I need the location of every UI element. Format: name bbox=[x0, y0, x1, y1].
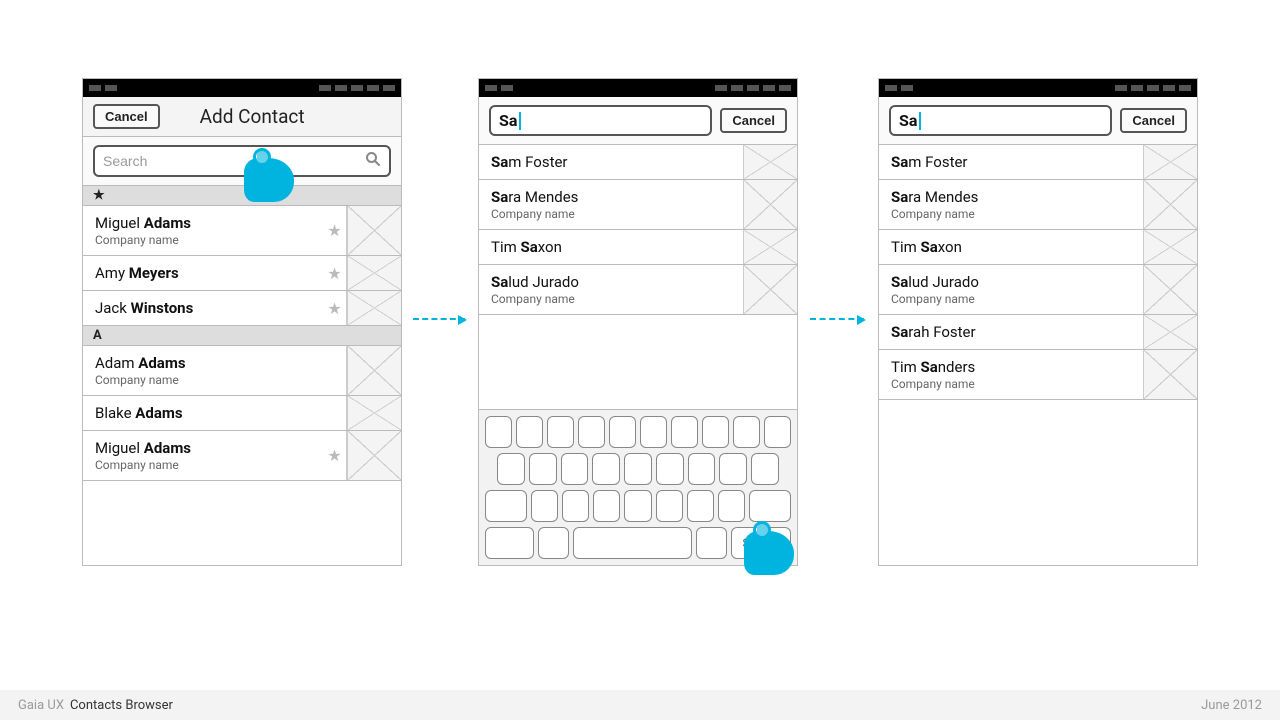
statusbar bbox=[879, 79, 1197, 97]
footer-date: June 2012 bbox=[1201, 698, 1262, 713]
contact-name: Tim Saxon bbox=[891, 238, 1131, 256]
searchbar bbox=[83, 137, 401, 186]
contact-name: Blake Adams bbox=[95, 404, 311, 422]
flow-arrow-icon bbox=[810, 318, 864, 320]
avatar bbox=[1143, 265, 1197, 314]
contact-company: Company name bbox=[95, 373, 311, 387]
contact-list-favorites: Miguel AdamsCompany name★Amy Meyers★Jack… bbox=[83, 206, 401, 326]
page-title: Add Contact bbox=[170, 105, 391, 128]
search-results: Sam FosterSara MendesCompany nameTim Sax… bbox=[879, 145, 1197, 400]
contact-row[interactable]: Jack Winstons ★ bbox=[83, 291, 401, 326]
statusbar bbox=[83, 79, 401, 97]
search-icon bbox=[365, 151, 381, 171]
contact-name: Tim Saxon bbox=[491, 238, 731, 256]
contact-company: Company name bbox=[891, 377, 1131, 391]
contact-name: Salud Jurado bbox=[491, 273, 731, 291]
avatar bbox=[1143, 315, 1197, 349]
contact-row[interactable]: Blake Adams bbox=[83, 396, 401, 431]
contact-name: Tim Sanders bbox=[891, 358, 1131, 376]
contact-row[interactable]: Tim SandersCompany name bbox=[879, 350, 1197, 400]
avatar bbox=[1143, 145, 1197, 179]
avatar bbox=[743, 230, 797, 264]
avatar bbox=[1143, 230, 1197, 264]
star-icon: ★ bbox=[323, 206, 347, 255]
contact-row[interactable]: Miguel AdamsCompany name ★ bbox=[83, 206, 401, 256]
touch-pointer-icon bbox=[744, 525, 794, 581]
search-input[interactable]: Sa bbox=[489, 105, 712, 136]
contact-name: Sara Mendes bbox=[491, 188, 731, 206]
avatar bbox=[1143, 350, 1197, 399]
contact-company: Company name bbox=[95, 458, 311, 472]
avatar bbox=[347, 431, 401, 480]
contact-row[interactable]: Sara MendesCompany name bbox=[879, 180, 1197, 230]
search-input-wrap[interactable] bbox=[93, 145, 391, 177]
footer-project: Gaia UX bbox=[18, 698, 64, 713]
statusbar bbox=[479, 79, 797, 97]
contact-row[interactable]: Salud JuradoCompany name bbox=[479, 265, 797, 315]
avatar bbox=[347, 291, 401, 325]
section-header-a: A bbox=[83, 326, 401, 346]
contact-name: Sarah Foster bbox=[891, 323, 1131, 341]
avatar bbox=[1143, 180, 1197, 229]
phone-search-keyboard: Sa Cancel Sam FosterSara MendesCompany n… bbox=[478, 78, 798, 566]
contact-row[interactable]: Sarah Foster bbox=[879, 315, 1197, 350]
contact-row[interactable]: Tim Saxon bbox=[479, 230, 797, 265]
phone-add-contact: Cancel Add Contact Miguel AdamsCompany n… bbox=[82, 78, 402, 566]
search-header: Sa Cancel bbox=[479, 97, 797, 145]
contact-list-a: Adam AdamsCompany nameBlake AdamsMiguel … bbox=[83, 346, 401, 481]
header: Cancel Add Contact bbox=[83, 97, 401, 137]
contact-row[interactable]: Sara MendesCompany name bbox=[479, 180, 797, 230]
section-header-favorites bbox=[83, 186, 401, 206]
text-cursor bbox=[519, 112, 521, 130]
avatar bbox=[347, 256, 401, 290]
avatar bbox=[347, 396, 401, 430]
star-icon: ★ bbox=[323, 431, 347, 480]
contact-company: Company name bbox=[491, 292, 731, 306]
avatar bbox=[743, 265, 797, 314]
contact-name: Jack Winstons bbox=[95, 299, 311, 317]
search-value: Sa bbox=[899, 111, 917, 130]
touch-pointer-icon bbox=[244, 152, 294, 208]
avatar bbox=[347, 206, 401, 255]
star-icon: ★ bbox=[323, 291, 347, 325]
star-icon: ★ bbox=[323, 256, 347, 290]
search-value: Sa bbox=[499, 111, 517, 130]
contact-company: Company name bbox=[491, 207, 731, 221]
contact-name: Sara Mendes bbox=[891, 188, 1131, 206]
avatar bbox=[347, 346, 401, 395]
contact-row[interactable]: Adam AdamsCompany name bbox=[83, 346, 401, 396]
footer-page: Contacts Browser bbox=[70, 698, 173, 713]
search-input[interactable]: Sa bbox=[889, 105, 1112, 136]
contact-name: Adam Adams bbox=[95, 354, 311, 372]
cancel-button[interactable]: Cancel bbox=[93, 104, 160, 129]
search-input[interactable] bbox=[103, 153, 365, 169]
star-icon bbox=[323, 346, 347, 395]
search-header: Sa Cancel bbox=[879, 97, 1197, 145]
cancel-button[interactable]: Cancel bbox=[720, 108, 787, 133]
footer: Gaia UX Contacts Browser June 2012 bbox=[0, 690, 1280, 720]
contact-name: Salud Jurado bbox=[891, 273, 1131, 291]
contact-name: Miguel Adams bbox=[95, 439, 311, 457]
flow-arrow-icon bbox=[413, 318, 465, 320]
contact-row[interactable]: Salud JuradoCompany name bbox=[879, 265, 1197, 315]
contact-row[interactable]: Tim Saxon bbox=[879, 230, 1197, 265]
avatar bbox=[743, 180, 797, 229]
contact-name: Sam Foster bbox=[891, 153, 1131, 171]
contact-row[interactable]: Miguel AdamsCompany name ★ bbox=[83, 431, 401, 481]
contact-company: Company name bbox=[891, 207, 1131, 221]
cancel-button[interactable]: Cancel bbox=[1120, 108, 1187, 133]
phone-search-results: Sa Cancel Sam FosterSara MendesCompany n… bbox=[878, 78, 1198, 566]
contact-name: Sam Foster bbox=[491, 153, 731, 171]
contact-name: Miguel Adams bbox=[95, 214, 311, 232]
contact-row[interactable]: Sam Foster bbox=[879, 145, 1197, 180]
contact-row[interactable]: Sam Foster bbox=[479, 145, 797, 180]
contact-company: Company name bbox=[95, 233, 311, 247]
star-icon bbox=[323, 396, 347, 430]
text-cursor bbox=[919, 112, 921, 130]
avatar bbox=[743, 145, 797, 179]
contact-name: Amy Meyers bbox=[95, 264, 311, 282]
contact-row[interactable]: Amy Meyers ★ bbox=[83, 256, 401, 291]
search-results: Sam FosterSara MendesCompany nameTim Sax… bbox=[479, 145, 797, 315]
contact-company: Company name bbox=[891, 292, 1131, 306]
